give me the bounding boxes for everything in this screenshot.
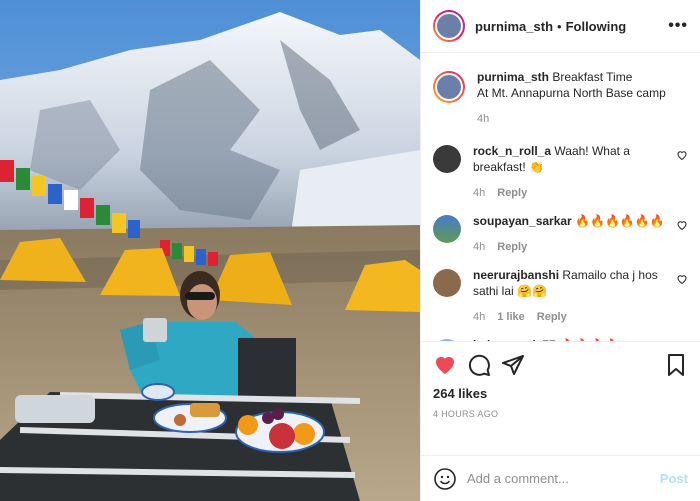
more-options-icon[interactable]: •••	[668, 17, 688, 35]
comment-username[interactable]: rock_n_roll_a	[473, 144, 551, 158]
comment-like-heart-icon[interactable]	[676, 219, 688, 231]
post-author-username[interactable]: purnima_sth	[475, 19, 553, 34]
comment-username[interactable]: soupayan_sarkar	[473, 214, 572, 228]
avatar[interactable]	[433, 269, 461, 297]
share-icon[interactable]	[501, 353, 525, 377]
post-comment-button[interactable]: Post	[660, 471, 688, 486]
comment-item: neerurajbanshi Ramailo cha j hos sathi l…	[433, 267, 688, 325]
reply-button[interactable]: Reply	[537, 309, 567, 325]
breakfast-mountain-photo	[0, 0, 420, 501]
avatar[interactable]	[433, 71, 465, 103]
comment-icon[interactable]	[467, 353, 491, 377]
separator-dot: •	[557, 18, 562, 34]
caption-username[interactable]: purnima_sth	[477, 70, 549, 84]
comment-like-heart-icon[interactable]	[676, 273, 688, 285]
heart-icon[interactable]	[433, 353, 457, 377]
add-comment-input[interactable]	[467, 471, 660, 486]
comment-item: rock_n_roll_a Waah! What a breakfast! 👏 …	[433, 143, 688, 201]
caption-text-line2: At Mt. Annapurna North Base camp	[477, 86, 666, 100]
avatar[interactable]	[433, 215, 461, 243]
comment-time[interactable]: 4h	[473, 309, 485, 325]
post-header: purnima_sth • Following •••	[421, 0, 700, 53]
post-sidebar: purnima_sth • Following ••• purnima_sth …	[420, 0, 700, 501]
comment-likes-count[interactable]: 1 like	[497, 309, 525, 325]
comment-time[interactable]: 4h	[473, 185, 485, 201]
comment-text: 🔥🔥🔥🔥🔥🔥	[575, 214, 665, 228]
comment-like-heart-icon[interactable]	[676, 149, 688, 161]
likes-count[interactable]: 264 likes	[433, 386, 688, 401]
reply-button[interactable]: Reply	[497, 239, 527, 255]
caption-text-line1: Breakfast Time	[552, 70, 633, 84]
avatar[interactable]	[433, 145, 461, 173]
comment-item: soupayan_sarkar 🔥🔥🔥🔥🔥🔥 4h Reply	[433, 213, 688, 255]
comment-username[interactable]: neerurajbanshi	[473, 268, 559, 282]
post-photo[interactable]	[0, 0, 420, 501]
post-timestamp[interactable]: 4 HOURS AGO	[433, 409, 688, 419]
add-comment-bar: Post	[421, 455, 700, 501]
reply-button[interactable]: Reply	[497, 185, 527, 201]
instagram-post: purnima_sth • Following ••• purnima_sth …	[0, 0, 700, 501]
emoji-icon[interactable]	[433, 467, 457, 491]
following-button[interactable]: Following	[566, 19, 627, 34]
avatar[interactable]	[433, 10, 465, 42]
post-actions: 264 likes 4 HOURS AGO	[421, 341, 700, 455]
caption: purnima_sth Breakfast Time At Mt. Annapu…	[433, 69, 688, 127]
comments-list[interactable]: purnima_sth Breakfast Time At Mt. Annapu…	[421, 53, 700, 341]
caption-time[interactable]: 4h	[477, 111, 489, 127]
bookmark-icon[interactable]	[664, 353, 688, 377]
comment-time[interactable]: 4h	[473, 239, 485, 255]
